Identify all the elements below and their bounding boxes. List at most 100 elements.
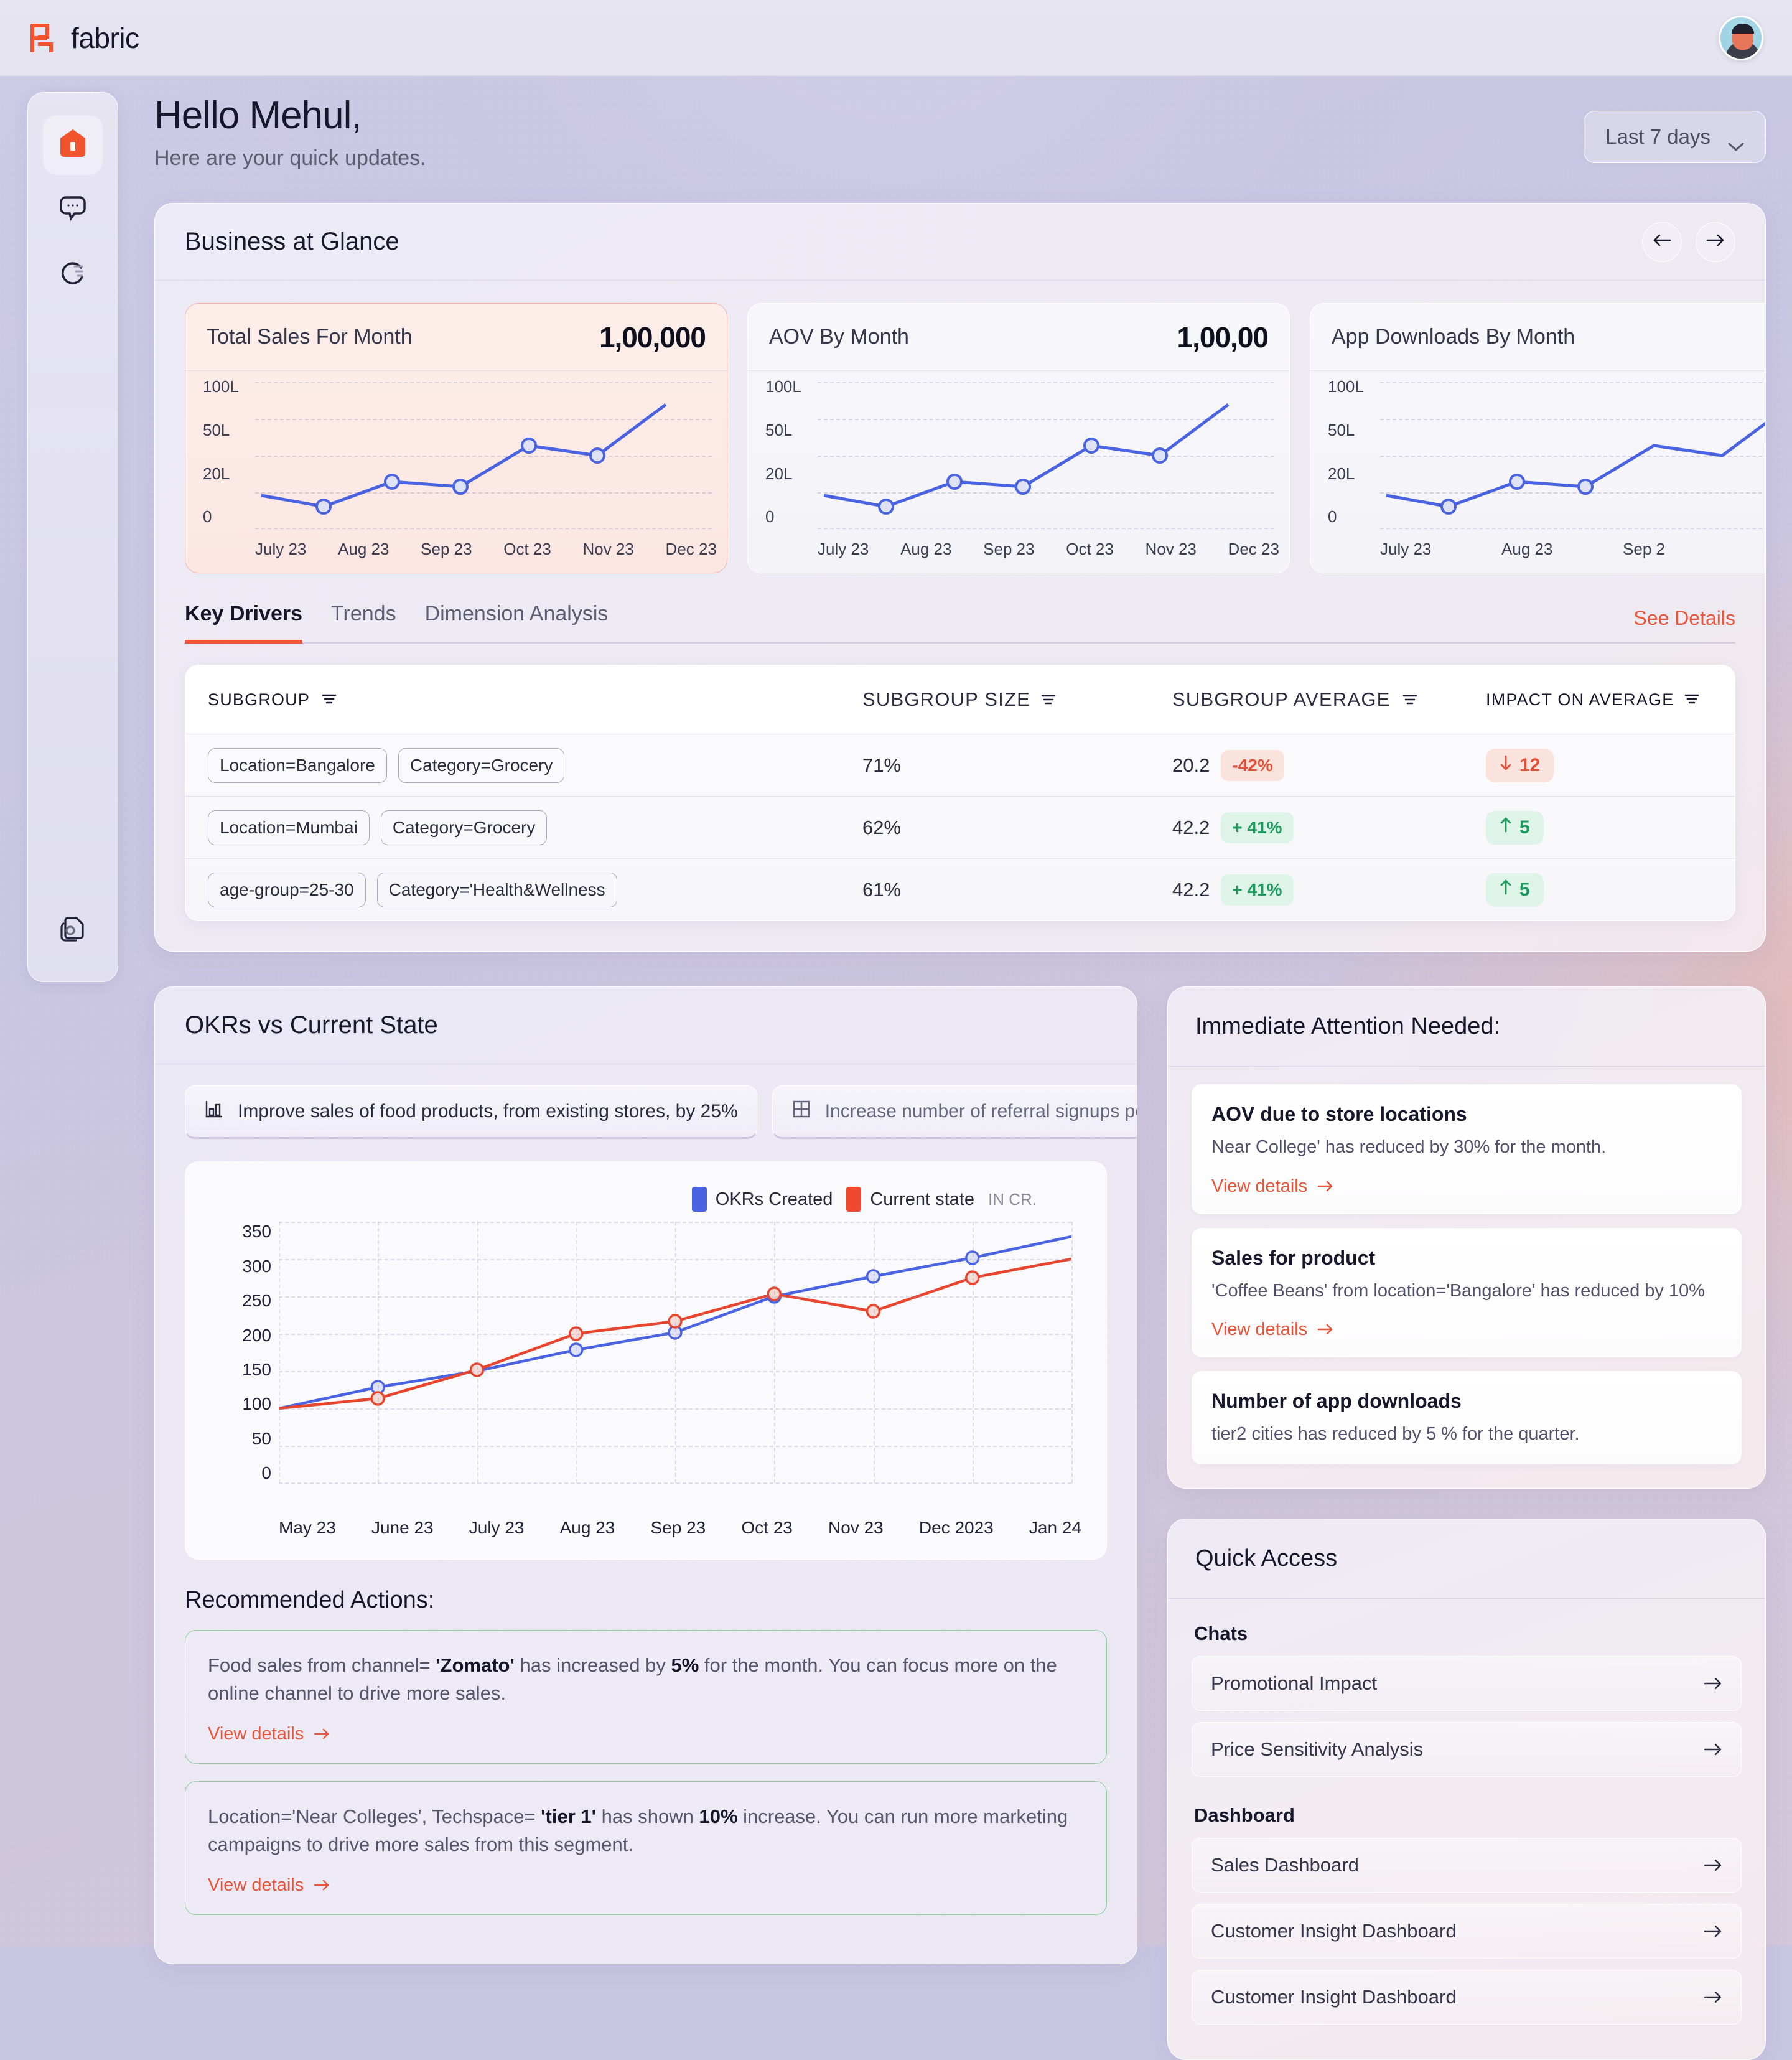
arrow-right-icon <box>314 1875 330 1896</box>
x-tick: Aug 23 <box>1501 540 1553 559</box>
metric-card-total-sales[interactable]: Total Sales For Month 1,00,000 100L 50L … <box>185 303 727 574</box>
impact-value: 12 <box>1519 754 1541 775</box>
sidebar <box>27 92 118 982</box>
column-header-subgroup-size[interactable]: SUBGROUP SIZE <box>862 688 1172 711</box>
column-header-subgroup[interactable]: SUBGROUP <box>208 690 862 709</box>
avatar[interactable] <box>1719 15 1763 60</box>
x-tick: Dec 2023 <box>918 1518 994 1538</box>
attention-item[interactable]: Number of app downloads tier2 cities has… <box>1192 1371 1742 1465</box>
sidebar-item-settings[interactable] <box>43 901 103 960</box>
view-details-link[interactable]: View details <box>1211 1176 1333 1197</box>
sidebar-item-home[interactable] <box>43 115 103 175</box>
x-tick: July 23 <box>1380 540 1432 559</box>
okr-chip-1[interactable]: Improve sales of food products, from exi… <box>185 1085 757 1140</box>
sidebar-item-chat[interactable] <box>43 180 103 240</box>
quick-access-item-label: Customer Insight Dashboard <box>1211 1920 1457 1942</box>
column-label: SUBGROUP <box>208 690 310 709</box>
okr-chip-row: Improve sales of food products, from exi… <box>155 1064 1137 1140</box>
date-range-select[interactable]: Last 7 days <box>1584 111 1766 163</box>
arrow-right-icon <box>314 1724 330 1744</box>
view-details-link[interactable]: View details <box>208 1875 330 1896</box>
quick-access-item[interactable]: Sales Dashboard <box>1192 1838 1742 1893</box>
rec-bold-2: 5% <box>671 1654 699 1677</box>
sparkline-svg <box>1386 421 1765 515</box>
column-header-impact-on-average[interactable]: IMPACT ON AVERAGE <box>1486 690 1712 709</box>
subgroup-chip[interactable]: Location=Mumbai <box>208 810 370 845</box>
x-tick: July 23 <box>469 1518 525 1538</box>
business-glance-title: Business at Glance <box>185 228 399 256</box>
y-tick: 0 <box>203 507 212 527</box>
table-row[interactable]: age-group=25-30 Category='Health&Wellnes… <box>185 858 1735 920</box>
x-tick: Sep 23 <box>650 1518 706 1538</box>
y-tick: 50L <box>203 420 230 439</box>
subgroup-chip[interactable]: age-group=25-30 <box>208 872 366 907</box>
impact-value: 5 <box>1519 879 1530 900</box>
subgroup-chip[interactable]: Category=Grocery <box>380 810 548 845</box>
table-row[interactable]: Location=Bangalore Category=Grocery 71% … <box>185 734 1735 796</box>
filter-icon[interactable] <box>1402 688 1418 711</box>
bar-chart-icon <box>204 1099 224 1124</box>
x-tick: June 23 <box>371 1518 434 1538</box>
fabric-logo-icon <box>29 22 57 54</box>
table-row[interactable]: Location=Mumbai Category=Grocery 62% 42.… <box>185 796 1735 858</box>
view-details-label: View details <box>1211 1176 1308 1196</box>
y-tick: 150 <box>242 1359 271 1379</box>
carousel-controls <box>1642 222 1735 262</box>
view-details-link[interactable]: View details <box>1211 1319 1333 1340</box>
sparkline-svg <box>261 403 667 515</box>
okr-y-axis: 350 300 250 200 150 100 50 0 <box>212 1222 271 1483</box>
impact-on-average: 5 <box>1486 810 1712 845</box>
y-tick: 0 <box>261 1463 271 1483</box>
metric-sparkline: 100L 50L 20L 0 July 23 Aug 23 Sep 23 Oct… <box>748 371 1289 573</box>
y-axis: 100L 50L 20L 0 <box>765 377 815 527</box>
okr-panel: OKRs vs Current State Improve sales of f… <box>154 986 1137 1965</box>
see-details-link[interactable]: See Details <box>1633 607 1735 644</box>
recommendation-card[interactable]: Location='Near Colleges', Techspace= 'ti… <box>185 1781 1107 1916</box>
brand-name: fabric <box>71 21 139 54</box>
sidebar-item-history[interactable] <box>43 245 103 304</box>
quick-access-item[interactable]: Customer Insight Dashboard <box>1192 1904 1742 1959</box>
brand[interactable]: fabric <box>29 21 139 55</box>
tab-key-drivers[interactable]: Key Drivers <box>185 602 303 644</box>
filter-icon[interactable] <box>1040 688 1057 711</box>
subgroup-chip[interactable]: Location=Bangalore <box>208 747 387 783</box>
quick-access-item[interactable]: Customer Insight Dashboard <box>1192 1970 1742 2025</box>
arrow-right-icon <box>1317 1319 1333 1340</box>
metric-card-aov[interactable]: AOV By Month 1,00,00 100L 50L 20L 0 July… <box>747 303 1290 574</box>
business-at-glance-panel: Business at Glance Total Sales For Month… <box>154 203 1766 952</box>
quick-access-item[interactable]: Price Sensitivity Analysis <box>1192 1722 1742 1777</box>
y-tick: 50L <box>1328 420 1355 439</box>
quick-access-item-label: Customer Insight Dashboard <box>1211 1986 1457 2008</box>
document-settings-icon <box>57 914 89 947</box>
x-tick: Nov 23 <box>1145 540 1197 559</box>
carousel-prev-button[interactable] <box>1642 222 1682 262</box>
metric-label: AOV By Month <box>769 325 909 349</box>
arrow-right-icon <box>1704 1920 1722 1942</box>
filter-icon[interactable] <box>1684 690 1700 709</box>
y-tick: 100L <box>1328 377 1364 396</box>
column-header-subgroup-average[interactable]: SUBGROUP AVERAGE <box>1172 688 1486 711</box>
quick-access-item[interactable]: Promotional Impact <box>1192 1656 1742 1711</box>
filter-icon[interactable] <box>321 690 337 709</box>
recommendation-card[interactable]: Food sales from channel= 'Zomato' has in… <box>185 1630 1107 1764</box>
attention-item[interactable]: Sales for product 'Coffee Beans' from lo… <box>1192 1227 1742 1358</box>
arrow-right-icon <box>1704 1854 1722 1876</box>
tab-dimension-analysis[interactable]: Dimension Analysis <box>425 602 609 644</box>
okr-chip-2[interactable]: Increase number of referral signups pe <box>772 1085 1137 1140</box>
tab-trends[interactable]: Trends <box>331 602 396 644</box>
impact-value: 5 <box>1519 817 1530 838</box>
view-details-link[interactable]: View details <box>208 1724 330 1744</box>
okr-chip-label: Improve sales of food products, from exi… <box>238 1101 738 1122</box>
impact-on-average: 5 <box>1486 873 1712 907</box>
metric-card-app-downloads[interactable]: App Downloads By Month 100L 50L 20L 0 Ju… <box>1310 303 1765 574</box>
attention-item-title: Number of app downloads <box>1211 1390 1462 1413</box>
attention-item[interactable]: AOV due to store locations Near College'… <box>1192 1084 1742 1214</box>
subgroup-chip[interactable]: Category='Health&Wellness <box>376 872 617 907</box>
subgroup-chip[interactable]: Category=Grocery <box>398 747 565 783</box>
legend-okrs-created: OKRs Created <box>691 1187 833 1212</box>
subgroup-average: 42.2 + 41% <box>1172 812 1486 843</box>
carousel-next-button[interactable] <box>1696 222 1735 262</box>
impact-on-average: 12 <box>1486 748 1712 782</box>
attention-title: Immediate Attention Needed: <box>1195 1013 1501 1040</box>
x-tick: Aug 23 <box>559 1518 615 1538</box>
